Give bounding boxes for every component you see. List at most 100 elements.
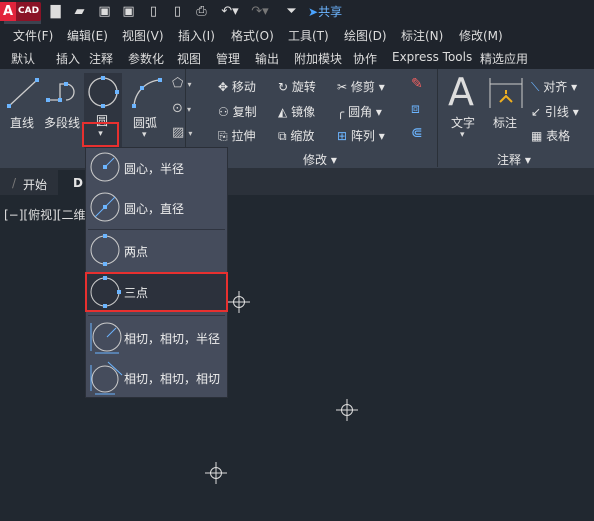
tab-view[interactable]: 视图 — [177, 50, 201, 67]
mirror-label: 镜像 — [291, 105, 316, 119]
tab-featured-apps[interactable]: 精选应用 — [480, 50, 528, 67]
fillet-label: 圆角 — [348, 105, 373, 119]
menu-format[interactable]: 格式(O) — [231, 27, 274, 44]
arc-dropdown-arrow[interactable]: ▾ — [142, 130, 147, 140]
polyline-icon[interactable] — [44, 80, 80, 110]
table-button[interactable]: ▦ 表格 — [531, 127, 570, 144]
share-button[interactable]: ➤共享 — [308, 3, 342, 20]
menu-item-3point[interactable]: 三点 — [85, 272, 228, 312]
open-from-mobile-icon[interactable]: ▯ — [146, 4, 161, 19]
modify-panel-title[interactable]: 修改 ▾ — [303, 151, 337, 168]
circle-icon — [88, 76, 119, 108]
annotation-panel-title[interactable]: 注释 ▾ — [497, 151, 531, 168]
menu-item-label: 圆心，半径 — [124, 162, 185, 176]
annotation-title-label: 注释 — [497, 153, 522, 167]
circle-center-radius-icon — [90, 152, 120, 182]
trim-button[interactable]: ✂ 修剪 ▾ — [337, 78, 385, 95]
mirror-button[interactable]: ◭ 镜像 — [278, 103, 315, 120]
hatch-icon[interactable]: ▨ ▾ — [172, 125, 192, 140]
fillet-button[interactable]: ╭ 圆角 ▾ — [337, 103, 382, 120]
polygon-icon[interactable]: ⬠ ▾ — [172, 76, 191, 91]
menu-item-label: 相切，相切，半径 — [124, 332, 221, 346]
tab-output[interactable]: 输出 — [255, 50, 279, 67]
ellipse-icon[interactable]: ⊙ ▾ — [172, 101, 191, 116]
array-label: 阵列 — [350, 129, 375, 143]
align-label: 对齐 — [543, 80, 568, 94]
copy-icon: ⚇ — [218, 105, 229, 119]
circle-ttt-icon — [90, 361, 123, 395]
tab-collaborate[interactable]: 协作 — [353, 50, 377, 67]
app-logo[interactable]: A CAD — [0, 2, 42, 21]
tab-insert[interactable]: 插入 — [56, 50, 80, 67]
open-icon[interactable]: ▰ — [72, 4, 87, 19]
text-label[interactable]: 文字 — [451, 114, 475, 131]
align-button[interactable]: ⟍ 对齐 ▾ — [531, 78, 577, 95]
stretch-icon: ⎘ — [218, 129, 228, 143]
viewport-controls[interactable]: [−][俯视][二维 — [4, 206, 85, 223]
menu-draw[interactable]: 绘图(D) — [344, 27, 387, 44]
file-tab-drawing[interactable]: D — [58, 170, 88, 195]
scale-button[interactable]: ⧉ 缩放 — [278, 127, 314, 144]
save-icon[interactable]: ▣ — [97, 4, 112, 19]
tab-addons[interactable]: 附加模块 — [294, 50, 342, 67]
customize-icon[interactable]: ⏷ — [284, 4, 299, 19]
erase-icon[interactable]: ✎ — [411, 76, 423, 92]
new-icon[interactable]: ▇ — [48, 4, 63, 19]
text-dropdown-arrow[interactable]: ▾ — [460, 130, 465, 140]
menu-edit[interactable]: 编辑(E) — [67, 27, 108, 44]
redo-icon[interactable]: ↷▾ — [248, 4, 272, 19]
rotate-icon: ↻ — [278, 80, 289, 94]
menu-dimension[interactable]: 标注(N) — [401, 27, 443, 44]
copy-button[interactable]: ⚇ 复制 — [218, 103, 257, 120]
dimension-icon[interactable] — [488, 76, 524, 110]
menu-item-tan-tan-radius[interactable]: 相切，相切，半径 — [86, 318, 227, 358]
polyline-label[interactable]: 多段线 — [44, 114, 80, 131]
text-icon[interactable]: A — [448, 70, 474, 114]
menu-view[interactable]: 视图(V) — [122, 27, 164, 44]
modify-title-label: 修改 — [303, 153, 328, 167]
menu-item-center-radius[interactable]: 圆心，半径 — [86, 148, 227, 188]
crosshair-point-icon — [336, 399, 358, 421]
menu-item-label: 相切，相切，相切 — [124, 372, 221, 386]
file-tab-start[interactable]: 开始 — [23, 176, 47, 193]
rotate-label: 旋转 — [291, 80, 316, 94]
tab-default[interactable]: 默认 — [11, 50, 35, 67]
menu-item-label: 两点 — [124, 245, 149, 259]
circle-dropdown-arrow[interactable]: ▾ — [82, 122, 119, 147]
trim-icon: ✂ — [337, 80, 348, 94]
stretch-button[interactable]: ⎘ 拉伸 — [218, 127, 255, 144]
array-icon: ⊞ — [337, 129, 348, 143]
line-icon[interactable] — [6, 76, 40, 110]
save-as-icon[interactable]: ▣ — [121, 4, 136, 19]
tab-manage[interactable]: 管理 — [216, 50, 240, 67]
offset-3d-icon[interactable]: ⧈ — [411, 101, 420, 117]
move-icon: ✥ — [218, 80, 229, 94]
menu-item-center-diameter[interactable]: 圆心，直径 — [86, 188, 227, 228]
tab-separator: / — [12, 176, 17, 190]
tab-express-tools[interactable]: Express Tools — [392, 50, 472, 64]
save-to-mobile-icon[interactable]: ▯ — [170, 4, 185, 19]
arc-icon[interactable] — [130, 76, 164, 110]
circle-ttr-icon — [90, 322, 122, 354]
menu-file[interactable]: 文件(F) — [13, 27, 53, 44]
array-button[interactable]: ⊞ 阵列 ▾ — [337, 127, 385, 144]
tab-parametric[interactable]: 参数化 — [128, 50, 164, 67]
menu-tools[interactable]: 工具(T) — [288, 27, 329, 44]
dimension-label[interactable]: 标注 — [493, 114, 517, 131]
line-label[interactable]: 直线 — [10, 114, 34, 131]
align-icon: ⟍ — [531, 80, 540, 94]
menu-item-2point[interactable]: 两点 — [86, 231, 227, 271]
menu-item-tan-tan-tan[interactable]: 相切，相切，相切 — [86, 358, 227, 398]
scale-icon: ⧉ — [278, 129, 287, 143]
plot-icon[interactable]: ⎙ — [194, 4, 209, 19]
offset-icon[interactable]: ⋐ — [411, 125, 423, 141]
arc-label[interactable]: 圆弧 — [133, 114, 157, 131]
trim-label: 修剪 — [350, 80, 375, 94]
tab-annotate[interactable]: 注释 — [89, 50, 113, 67]
move-button[interactable]: ✥ 移动 — [218, 78, 256, 95]
menu-modify[interactable]: 修改(M) — [459, 27, 503, 44]
menu-insert[interactable]: 插入(I) — [178, 27, 215, 44]
leader-button[interactable]: ↙ 引线 ▾ — [531, 103, 579, 120]
undo-icon[interactable]: ↶▾ — [218, 4, 242, 19]
rotate-button[interactable]: ↻ 旋转 — [278, 78, 316, 95]
